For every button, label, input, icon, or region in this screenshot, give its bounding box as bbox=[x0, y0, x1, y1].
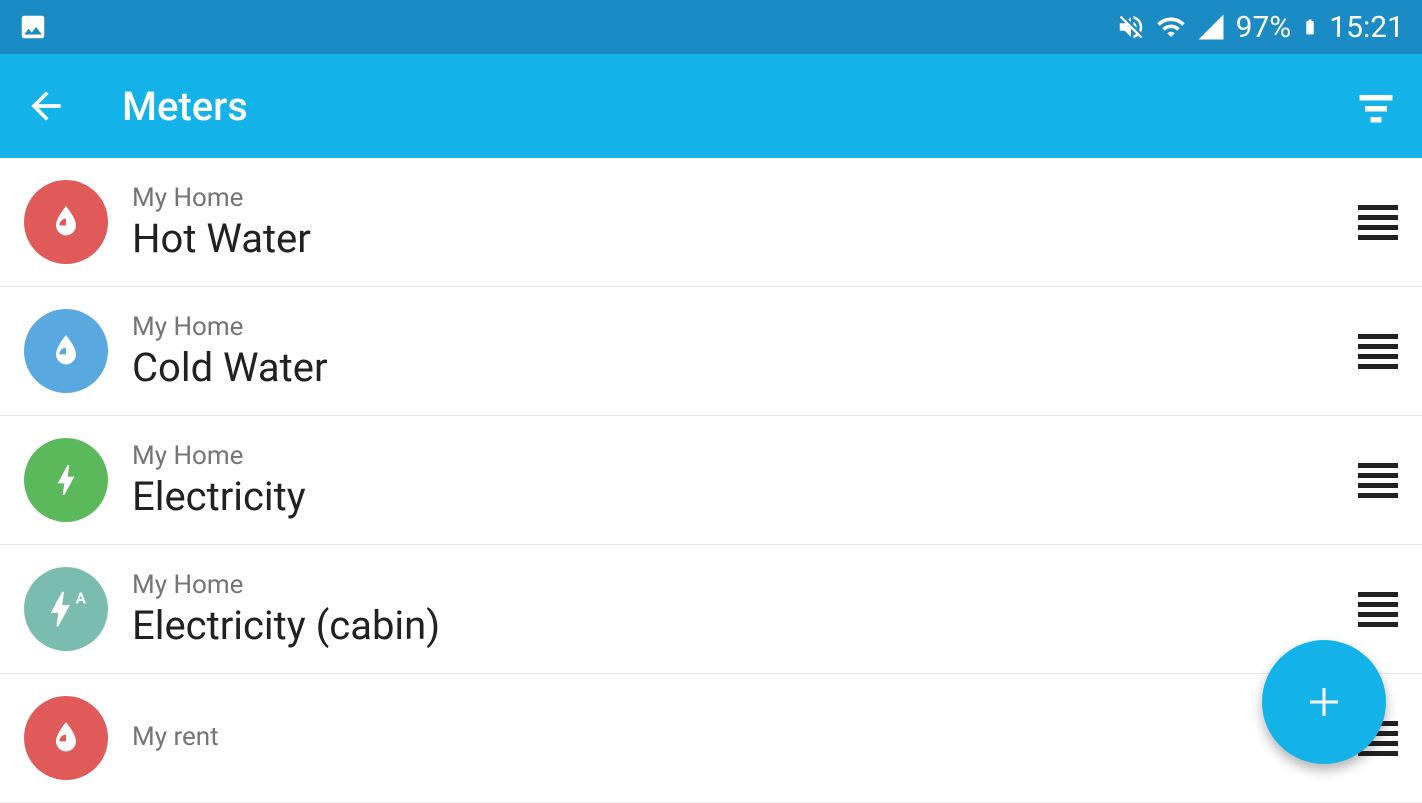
bolt-a-icon: A bbox=[24, 567, 108, 651]
drag-handle-icon[interactable] bbox=[1358, 592, 1398, 627]
battery-icon bbox=[1301, 12, 1319, 42]
list-item[interactable]: My Home Hot Water bbox=[0, 158, 1422, 287]
page-title: Meters bbox=[122, 83, 1354, 130]
meter-info: My Home Cold Water bbox=[132, 312, 1358, 391]
meter-name: Hot Water bbox=[132, 215, 1358, 262]
back-button[interactable] bbox=[24, 84, 68, 128]
wifi-icon bbox=[1156, 12, 1186, 42]
meter-name: Electricity bbox=[132, 473, 1358, 520]
filter-button[interactable] bbox=[1354, 84, 1398, 128]
signal-icon bbox=[1196, 12, 1226, 42]
list-item[interactable]: A My Home Electricity (cabin) bbox=[0, 545, 1422, 674]
meter-location: My Home bbox=[132, 312, 1358, 342]
bolt-icon bbox=[24, 438, 108, 522]
clock-time: 15:21 bbox=[1329, 10, 1404, 45]
meter-location: My Home bbox=[132, 570, 1358, 600]
list-item[interactable]: My Home Electricity bbox=[0, 416, 1422, 545]
image-icon bbox=[18, 12, 48, 42]
meter-location: My rent bbox=[132, 722, 1358, 752]
meter-info: My Home Hot Water bbox=[132, 183, 1358, 262]
status-bar: 97% 15:21 bbox=[0, 0, 1422, 54]
vibrate-icon bbox=[1116, 12, 1146, 42]
list-item[interactable]: My Home Cold Water bbox=[0, 287, 1422, 416]
battery-percentage: 97% bbox=[1236, 10, 1292, 45]
water-drop-icon bbox=[24, 309, 108, 393]
meters-list: My Home Hot Water My Home Cold Water My … bbox=[0, 158, 1422, 803]
status-left bbox=[18, 12, 48, 42]
meter-info: My Home Electricity (cabin) bbox=[132, 570, 1358, 649]
app-bar: Meters bbox=[0, 54, 1422, 158]
meter-name: Cold Water bbox=[132, 344, 1358, 391]
drag-handle-icon[interactable] bbox=[1358, 205, 1398, 240]
meter-name: Electricity (cabin) bbox=[132, 602, 1358, 649]
water-drop-icon bbox=[24, 180, 108, 264]
meter-location: My Home bbox=[132, 441, 1358, 471]
drag-handle-icon[interactable] bbox=[1358, 463, 1398, 498]
water-drop-icon bbox=[24, 696, 108, 780]
meter-location: My Home bbox=[132, 183, 1358, 213]
drag-handle-icon[interactable] bbox=[1358, 334, 1398, 369]
meter-info: My Home Electricity bbox=[132, 441, 1358, 520]
meter-info: My rent bbox=[132, 722, 1358, 754]
svg-text:A: A bbox=[76, 589, 87, 607]
status-right: 97% 15:21 bbox=[1116, 10, 1404, 45]
add-meter-button[interactable] bbox=[1262, 640, 1386, 764]
list-item[interactable]: My rent bbox=[0, 674, 1422, 803]
